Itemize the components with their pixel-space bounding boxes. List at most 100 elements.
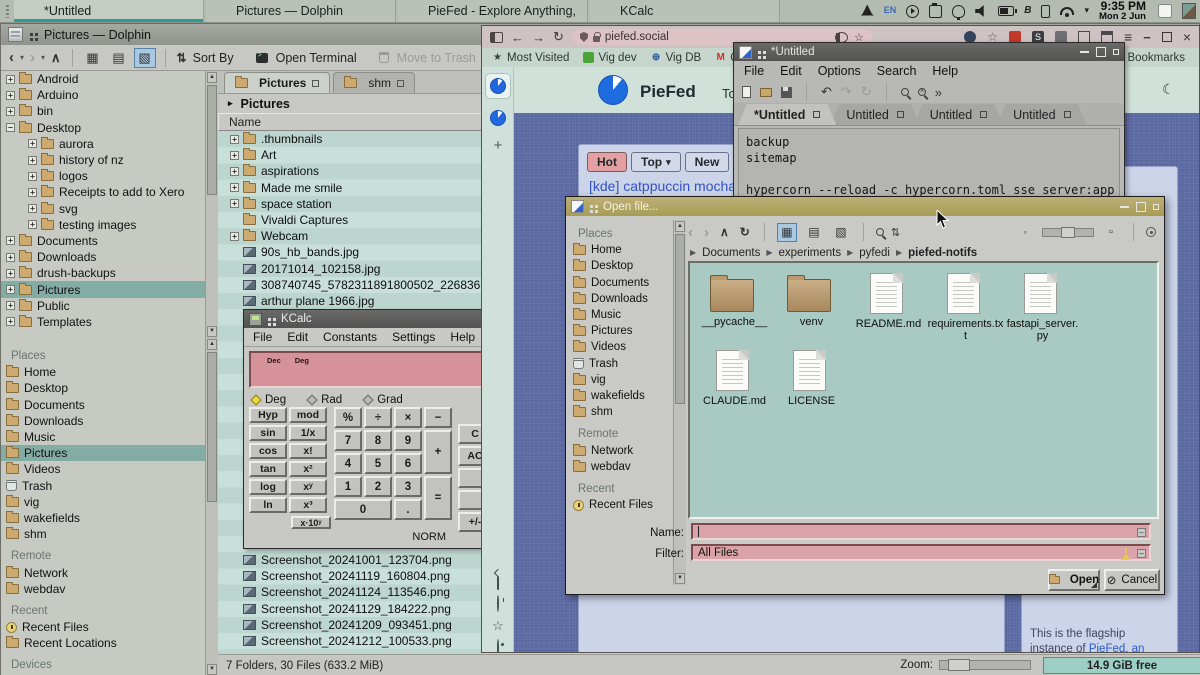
menu-item[interactable]: Options — [818, 64, 861, 78]
up-button[interactable]: ∧ — [49, 50, 63, 66]
tree-expander-icon[interactable]: − — [6, 123, 15, 132]
bookmark-item[interactable]: Vig DB — [651, 52, 702, 64]
browser-minimize-button[interactable]: − — [1143, 30, 1151, 45]
dialog-settings-icon[interactable] — [1146, 227, 1156, 237]
places-item[interactable]: Documents — [570, 275, 673, 291]
browser-maximize-button[interactable] — [1162, 32, 1172, 42]
minimize-icon[interactable] — [1080, 51, 1089, 53]
places-item[interactable]: vig — [570, 372, 673, 388]
sidebar-toggle-icon[interactable] — [490, 32, 503, 43]
undo-icon[interactable]: ↶ — [821, 84, 832, 100]
notes-widget-icon[interactable] — [1158, 4, 1172, 18]
pager-widget[interactable] — [1182, 3, 1196, 19]
window-menu-icon[interactable] — [30, 33, 33, 36]
places-item[interactable]: Recent — [570, 481, 673, 497]
open-button[interactable]: Open — [1048, 569, 1100, 591]
kcalc-function-button[interactable]: Hyp — [249, 407, 287, 423]
menu-item[interactable]: Help — [932, 64, 958, 78]
search-replace-icon[interactable] — [918, 88, 926, 96]
clear-icon[interactable]: – — [1137, 528, 1146, 537]
scroll-up-icon[interactable]: ▲ — [207, 72, 217, 83]
tree-expander-icon[interactable]: + — [230, 135, 239, 144]
folder-tree-item[interactable]: + Android — [1, 71, 205, 87]
bookmark-item[interactable]: Most Visited — [492, 52, 569, 64]
browser-reload-button[interactable]: ↻ — [553, 29, 564, 45]
browser-back-button[interactable]: ← — [511, 30, 524, 45]
folder-tree-item[interactable]: + testing images — [1, 217, 205, 233]
tree-expander-icon[interactable]: + — [230, 167, 239, 176]
dialog-file-item[interactable]: requirements.txt — [927, 271, 1004, 342]
tree-expander-icon[interactable]: + — [230, 183, 239, 192]
save-icon[interactable] — [781, 87, 792, 98]
bookmarks-sidebar-icon[interactable]: ☆ — [491, 619, 505, 633]
folder-tree-item[interactable]: + Receipts to add to Xero — [1, 184, 205, 200]
notifications-icon[interactable] — [861, 5, 874, 18]
window-menu-icon[interactable] — [268, 318, 271, 321]
tree-expander-icon[interactable]: + — [6, 301, 15, 310]
maximize-icon[interactable] — [1136, 202, 1146, 212]
zoom-in-icon[interactable]: ▫ — [1101, 223, 1121, 242]
kcalc-pad-button[interactable]: . — [394, 499, 422, 520]
tree-expander-icon[interactable]: + — [6, 236, 15, 245]
places-item[interactable]: shm — [570, 404, 673, 420]
browser-close-button[interactable]: × — [1183, 29, 1191, 45]
editor-tab[interactable]: *Untitled — [738, 104, 836, 125]
breadcrumb-item[interactable]: ▶ pyfedi — [847, 247, 890, 259]
tree-expander-icon[interactable]: + — [28, 188, 37, 197]
post-title-link[interactable]: [kde] catppuccin mocha — [589, 178, 736, 194]
zoom-slider[interactable] — [939, 660, 1031, 670]
scroll-up-icon[interactable]: ▲ — [207, 339, 217, 350]
tree-expander-icon[interactable]: + — [6, 75, 15, 84]
dialog-file-item[interactable]: venv — [773, 271, 850, 342]
kcalc-function-button[interactable]: xʸ — [289, 479, 327, 495]
tree-expander-icon[interactable]: + — [28, 156, 37, 165]
tab-close-icon[interactable] — [397, 80, 404, 87]
night-color-icon[interactable] — [952, 5, 965, 18]
places-item[interactable]: Music — [1, 429, 205, 445]
kcalc-pad-button[interactable]: 3 — [394, 476, 422, 497]
taskbar-window-tab[interactable]: *Untitled — [14, 0, 204, 22]
kcalc-pad-button[interactable]: ÷ — [364, 407, 392, 428]
kcalc-pad-button[interactable]: 9 — [394, 430, 422, 451]
dialog-titlebar[interactable]: Open file... — [566, 197, 1164, 216]
tab-close-icon[interactable] — [1064, 111, 1071, 118]
angle-mode-radio[interactable]: Deg — [252, 394, 286, 406]
search-icon[interactable] — [901, 88, 909, 96]
browser-forward-button[interactable]: → — [532, 30, 545, 45]
sort-option-button[interactable]: Top — [631, 152, 681, 172]
browser-tab[interactable] — [485, 105, 511, 131]
kcalc-function-button[interactable]: sin — [249, 425, 287, 441]
breadcrumb-item[interactable]: ▶ experiments — [766, 247, 841, 259]
menu-item[interactable]: Help — [450, 330, 475, 344]
places-item[interactable]: Pictures — [1, 445, 205, 461]
up-button[interactable]: ∧ — [718, 225, 731, 239]
taskbar-drag-handle[interactable] — [0, 0, 14, 22]
icons-view-button[interactable]: ▦ — [777, 223, 797, 242]
sort-by-button[interactable]: Sort By — [193, 51, 234, 65]
scroll-down-icon[interactable]: ▼ — [207, 664, 217, 675]
places-item[interactable]: Places — [1, 348, 205, 364]
tree-expander-icon[interactable]: + — [230, 199, 239, 208]
clock[interactable]: 9:35 PM Mon 2 Jun — [1099, 0, 1148, 22]
zoom-out-icon[interactable]: ▫ — [1015, 223, 1035, 242]
window-menu-icon[interactable] — [590, 205, 593, 208]
places-item[interactable]: shm — [1, 526, 205, 542]
places-item[interactable]: Videos — [570, 339, 673, 355]
folder-tree-item[interactable]: + drush-backups — [1, 265, 205, 281]
tab-close-icon[interactable] — [980, 111, 987, 118]
tab-close-icon[interactable] — [813, 111, 820, 118]
places-item[interactable]: Pictures — [570, 323, 673, 339]
places-item[interactable]: Downloads — [570, 291, 673, 307]
folder-tree-item[interactable]: + Documents — [1, 233, 205, 249]
settings-gear-icon[interactable] — [491, 641, 505, 653]
details-view-button[interactable]: ▧ — [831, 223, 851, 242]
tab-close-icon[interactable] — [312, 80, 319, 87]
kcalc-pad-button[interactable]: × — [394, 407, 422, 428]
piefed-brand[interactable]: PieFed — [640, 82, 696, 102]
kcalc-function-button[interactable]: tan — [249, 461, 287, 477]
places-item[interactable]: Documents — [1, 397, 205, 413]
kcalc-pad-button[interactable]: 4 — [334, 453, 362, 474]
folder-tree-item[interactable]: + history of nz — [1, 152, 205, 168]
sort-option-button[interactable]: Hot — [587, 152, 627, 172]
breadcrumb-item[interactable]: ▶ Documents — [690, 247, 760, 259]
